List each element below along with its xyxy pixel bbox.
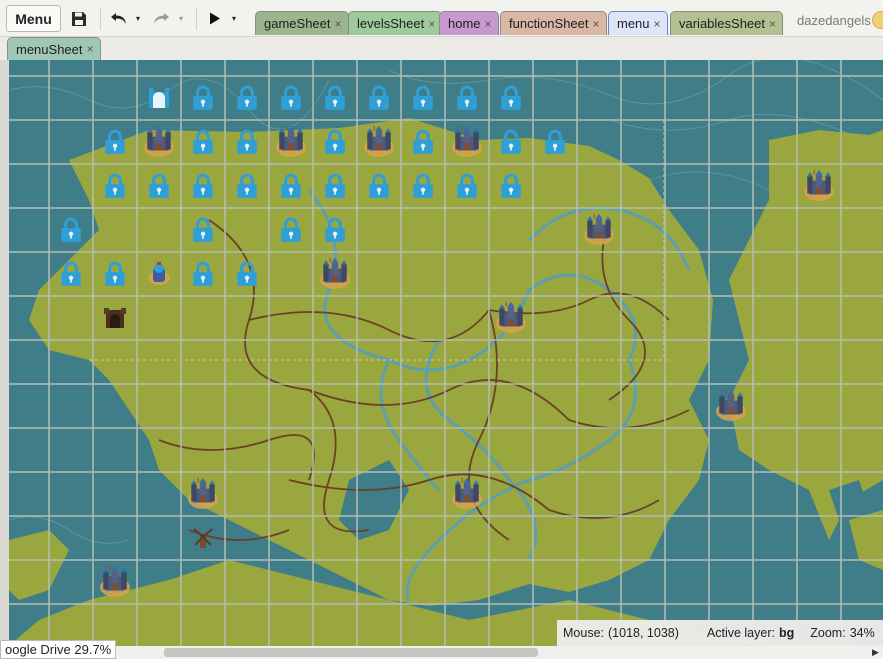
user-name[interactable]: dazedangels [797, 13, 871, 28]
canvas-gutter [0, 60, 9, 646]
redo-dropdown-icon[interactable]: ▾ [175, 5, 187, 32]
scroll-thumb[interactable] [164, 648, 538, 657]
tab-label: menu [617, 16, 650, 31]
scroll-right-icon[interactable]: ▶ [872, 647, 879, 658]
tab-menusheet[interactable]: menuSheet × [7, 37, 101, 60]
gdrive-progress-badge: oogle Drive 29.7% [0, 640, 117, 659]
close-icon[interactable]: × [769, 17, 776, 31]
active-layer-value: bg [778, 626, 795, 640]
avatar[interactable] [872, 11, 883, 29]
toolbar: Menu ▾ ▾ ▾ gameSheet × levelsSheet × home ×… [0, 0, 883, 37]
tab-variablessheet[interactable]: variablesSheet × [670, 11, 784, 35]
play-dropdown-icon[interactable]: ▾ [228, 5, 240, 32]
zoom-value: 34% [849, 626, 875, 640]
tab-label: variablesSheet [679, 16, 765, 31]
toolbar-separator [196, 8, 197, 30]
castle-level-icon[interactable] [144, 126, 174, 157]
redo-icon[interactable] [150, 5, 172, 32]
close-icon[interactable]: × [87, 42, 94, 56]
tab-label: levelsSheet [357, 16, 425, 31]
tab-label: menuSheet [16, 41, 83, 57]
status-bar: Mouse: (1018, 1038) Active layer: bg Zoo… [557, 620, 883, 646]
close-icon[interactable]: × [593, 17, 600, 31]
castle-level-icon[interactable] [452, 126, 482, 157]
mouse-label: Mouse: [563, 626, 604, 640]
tab-levelssheet[interactable]: levelsSheet × [348, 11, 443, 35]
close-icon[interactable]: × [428, 17, 435, 31]
tab-gamesheet[interactable]: gameSheet × [255, 11, 349, 35]
close-icon[interactable]: × [335, 17, 342, 31]
close-icon[interactable]: × [485, 17, 492, 31]
tab-label: gameSheet [264, 16, 331, 31]
undo-icon[interactable] [108, 5, 130, 32]
tab-home[interactable]: home × [439, 11, 499, 35]
tab-menu[interactable]: menu × [608, 11, 668, 35]
tab-label: home [448, 16, 481, 31]
undo-dropdown-icon[interactable]: ▾ [132, 5, 144, 32]
zoom-label: Zoom: [810, 626, 846, 640]
horizontal-scrollbar[interactable]: ▶ [116, 646, 883, 659]
menu-button[interactable]: Menu [6, 5, 61, 32]
castle-level-icon[interactable] [716, 390, 746, 421]
castle-level-icon[interactable] [320, 258, 350, 289]
save-icon[interactable] [66, 5, 92, 32]
tab-label: functionSheet [509, 16, 589, 31]
castle-level-icon[interactable] [188, 478, 218, 509]
castle-level-icon[interactable] [276, 126, 306, 157]
play-icon[interactable] [206, 5, 224, 32]
toolbar-separator [100, 8, 101, 30]
mouse-value: (1018, 1038) [608, 626, 679, 640]
castle-level-icon[interactable] [100, 566, 130, 597]
castle-level-icon[interactable] [496, 302, 526, 333]
close-icon[interactable]: × [654, 17, 661, 31]
active-layer-label: Active layer: [706, 626, 775, 640]
dark-gate-icon[interactable] [104, 308, 126, 328]
castle-level-icon[interactable] [364, 126, 394, 157]
castle-level-icon[interactable] [584, 214, 614, 245]
world-map[interactable] [9, 60, 883, 646]
tab-functionsheet[interactable]: functionSheet × [500, 11, 607, 35]
castle-level-icon[interactable] [452, 478, 482, 509]
map-canvas[interactable] [9, 60, 883, 646]
castle-level-icon[interactable] [804, 170, 834, 201]
